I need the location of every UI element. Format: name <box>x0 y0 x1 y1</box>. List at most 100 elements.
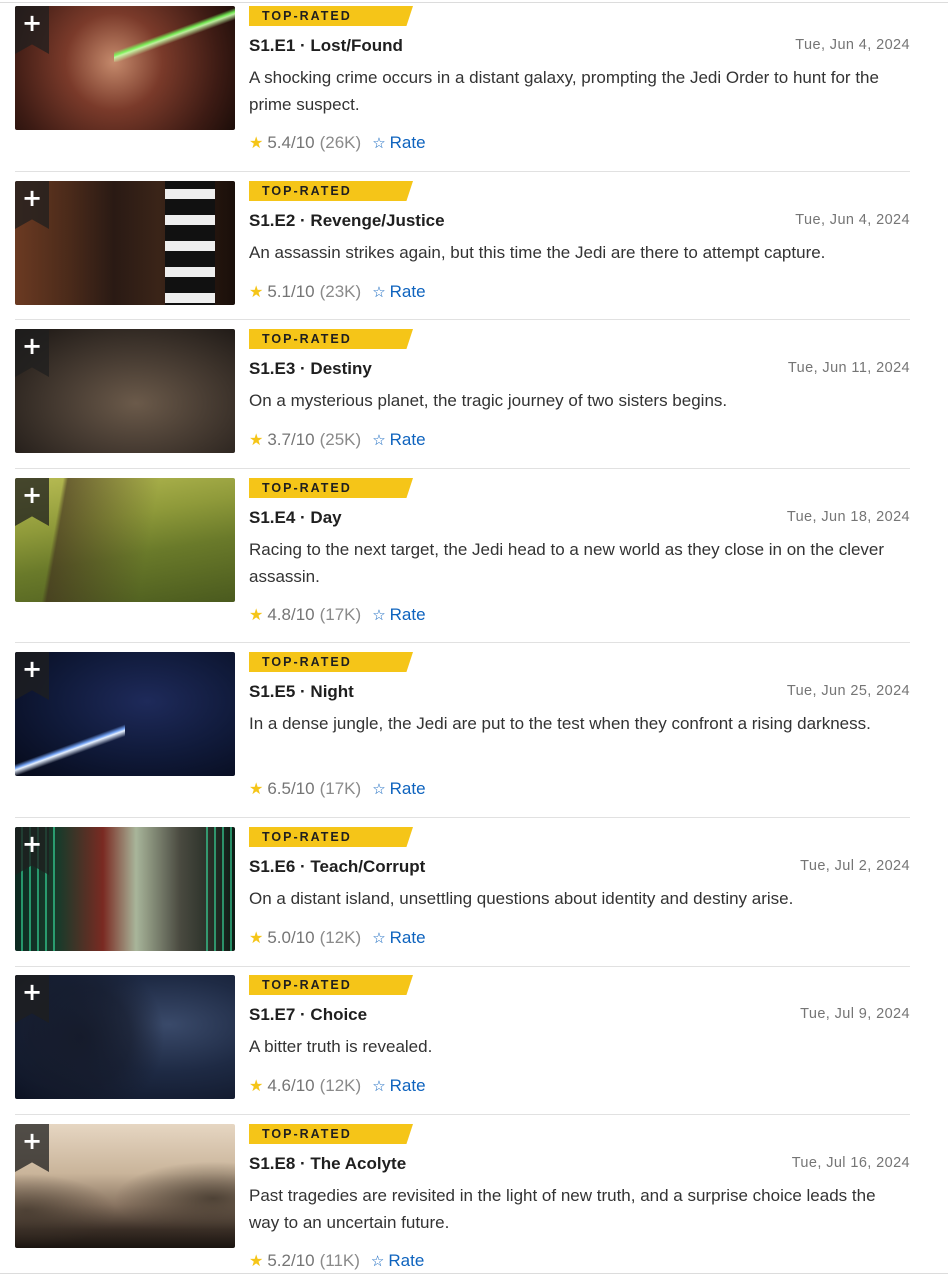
episode-thumbnail[interactable]: + <box>15 827 235 951</box>
top-rated-badge: TOP-RATED <box>249 181 413 201</box>
episode-date: Tue, Jun 4, 2024 <box>795 37 910 53</box>
rating-score: 3.7/10 <box>267 430 315 449</box>
rate-button[interactable]: ☆ Rate <box>372 1076 425 1096</box>
star-outline-icon: ☆ <box>372 284 386 301</box>
episode-title[interactable]: S1.E2 · Revenge/Justice <box>249 211 445 231</box>
episode-thumbnail[interactable]: + <box>15 181 235 305</box>
episode-thumbnail[interactable]: + <box>15 652 235 776</box>
episode-title[interactable]: S1.E8 · The Acolyte <box>249 1154 406 1174</box>
rate-button[interactable]: ☆ Rate <box>372 779 425 799</box>
episode-description: A shocking crime occurs in a distant gal… <box>249 68 879 114</box>
episode-thumbnail[interactable]: + <box>15 6 235 130</box>
episode-title[interactable]: S1.E6 · Teach/Corrupt <box>249 857 425 877</box>
rating-score: 4.6/10 <box>267 1076 315 1095</box>
divider <box>15 319 910 320</box>
episode-thumbnail[interactable]: + <box>15 1124 235 1248</box>
divider <box>15 468 910 469</box>
episode-date: Tue, Jun 25, 2024 <box>786 683 910 699</box>
rating-score: 6.5/10 <box>267 779 315 798</box>
rating-score: 5.4/10 <box>267 133 315 152</box>
episode-thumbnail[interactable]: + <box>15 329 235 453</box>
episode-title[interactable]: S1.E5 · Night <box>249 682 354 702</box>
top-rated-badge: TOP-RATED <box>249 329 413 349</box>
rating-row: ★ 4.8/10 (17K) ☆ Rate <box>249 605 426 625</box>
rate-button[interactable]: ☆ Rate <box>372 605 425 625</box>
episode-description: On a mysterious planet, the tragic journ… <box>249 391 728 410</box>
plus-icon: + <box>21 978 43 1006</box>
episode-description: Past tragedies are revisited in the ligh… <box>249 1186 876 1232</box>
plus-icon: + <box>21 830 43 858</box>
plus-icon: + <box>21 184 43 212</box>
star-outline-icon: ☆ <box>372 607 386 624</box>
rating-score: 5.0/10 <box>267 928 315 947</box>
episode-description: A bitter truth is revealed. <box>249 1037 433 1056</box>
episode-title[interactable]: S1.E4 · Day <box>249 508 342 528</box>
episode-date: Tue, Jun 4, 2024 <box>795 212 910 228</box>
rate-label: Rate <box>389 779 426 798</box>
plus-icon: + <box>21 481 43 509</box>
top-rated-badge: TOP-RATED <box>249 6 413 26</box>
star-outline-icon: ☆ <box>372 135 386 152</box>
star-outline-icon: ☆ <box>370 1253 385 1270</box>
episode-date: Tue, Jun 11, 2024 <box>787 360 910 376</box>
plus-icon: + <box>21 9 43 37</box>
episode-thumbnail[interactable]: + <box>15 478 235 602</box>
vote-count: (17K) <box>319 605 362 624</box>
bottom-border <box>0 1273 948 1274</box>
top-border <box>0 2 948 3</box>
episode-thumbnail[interactable]: + <box>15 975 235 1099</box>
rate-button[interactable]: ☆ Rate <box>372 282 425 302</box>
star-icon: ★ <box>249 781 264 798</box>
star-icon: ★ <box>249 432 264 449</box>
episode-title[interactable]: S1.E7 · Choice <box>249 1005 367 1025</box>
rate-label: Rate <box>389 133 426 152</box>
rating-row: ★ 5.4/10 (26K) ☆ Rate <box>249 133 426 153</box>
rating-row: ★ 5.0/10 (12K) ☆ Rate <box>249 928 426 948</box>
star-icon: ★ <box>249 930 264 947</box>
rating-row: ★ 6.5/10 (17K) ☆ Rate <box>249 779 426 799</box>
episode-title[interactable]: S1.E1 · Lost/Found <box>249 36 403 56</box>
plus-icon: + <box>21 332 43 360</box>
divider <box>15 817 910 818</box>
rate-button[interactable]: ☆ Rate <box>371 1251 424 1271</box>
rating-row: ★ 5.1/10 (23K) ☆ Rate <box>249 282 426 302</box>
rating-row: ★ 4.6/10 (12K) ☆ Rate <box>249 1076 426 1096</box>
rate-label: Rate <box>389 282 426 301</box>
episode-date: Tue, Jul 16, 2024 <box>791 1155 910 1171</box>
rate-button[interactable]: ☆ Rate <box>372 430 425 450</box>
rating-score: 5.1/10 <box>267 282 315 301</box>
rating-row: ★ 5.2/10 (11K) ☆ Rate <box>249 1251 424 1271</box>
vote-count: (26K) <box>319 133 362 152</box>
star-outline-icon: ☆ <box>372 432 386 449</box>
episode-description: On a distant island, unsettling question… <box>249 889 794 908</box>
rate-button[interactable]: ☆ Rate <box>372 928 425 948</box>
star-icon: ★ <box>249 1253 264 1270</box>
star-icon: ★ <box>249 1078 264 1095</box>
star-icon: ★ <box>249 284 264 301</box>
rating-score: 4.8/10 <box>267 605 315 624</box>
star-icon: ★ <box>249 135 264 152</box>
rate-label: Rate <box>389 605 426 624</box>
vote-count: (23K) <box>319 282 362 301</box>
episode-title[interactable]: S1.E3 · Destiny <box>249 359 372 379</box>
episode-date: Tue, Jul 9, 2024 <box>800 1006 910 1022</box>
rate-label: Rate <box>389 1076 426 1095</box>
star-outline-icon: ☆ <box>372 781 386 798</box>
star-outline-icon: ☆ <box>372 930 386 947</box>
vote-count: (11K) <box>319 1251 360 1270</box>
top-rated-badge: TOP-RATED <box>249 478 413 498</box>
top-rated-badge: TOP-RATED <box>249 1124 413 1144</box>
vote-count: (25K) <box>319 430 362 449</box>
vote-count: (12K) <box>319 1076 362 1095</box>
rate-label: Rate <box>389 430 426 449</box>
divider <box>15 642 910 643</box>
top-rated-badge: TOP-RATED <box>249 827 413 847</box>
plus-icon: + <box>21 1127 43 1155</box>
divider <box>15 1114 910 1115</box>
vote-count: (12K) <box>319 928 362 947</box>
rate-label: Rate <box>388 1251 425 1270</box>
episode-date: Tue, Jun 18, 2024 <box>786 509 910 525</box>
rate-button[interactable]: ☆ Rate <box>372 133 425 153</box>
divider <box>15 966 910 967</box>
episode-description: An assassin strikes again, but this time… <box>249 243 826 262</box>
